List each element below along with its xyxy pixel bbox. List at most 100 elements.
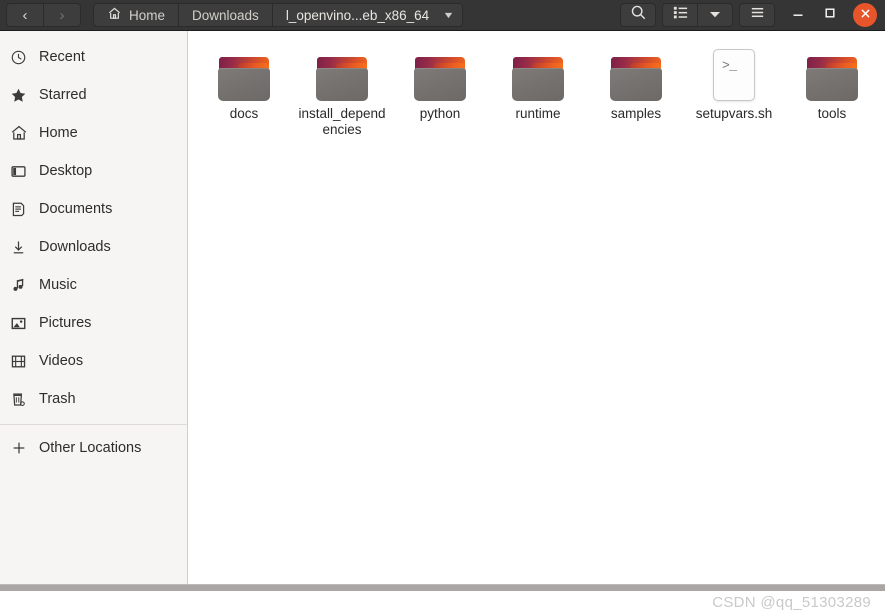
sidebar-item-documents[interactable]: Documents (0, 190, 187, 228)
folder-icon (414, 57, 466, 101)
download-arrow-icon (9, 238, 28, 257)
list-view-icon (672, 4, 689, 26)
sidebar-item-starred[interactable]: Starred (0, 76, 187, 114)
breadcrumb: Home Downloads l_openvino...eb_x86_64 ▼ (93, 3, 464, 27)
file-item[interactable]: tools (783, 39, 881, 145)
file-name: python (419, 106, 461, 121)
star-icon (9, 86, 28, 105)
minimize-button[interactable] (783, 0, 813, 30)
sidebar-item-other-locations[interactable]: Other Locations (0, 429, 187, 467)
close-icon (860, 6, 871, 24)
file-name: setupvars.sh (695, 106, 773, 121)
main-menu-button[interactable] (739, 3, 775, 27)
folder-icon (218, 57, 270, 101)
chevron-down-icon[interactable]: ▼ (442, 10, 454, 20)
header-toolbar (620, 3, 775, 27)
sidebar-item-music[interactable]: Music (0, 266, 187, 304)
breadcrumb-item-home[interactable]: Home (94, 4, 178, 26)
list-view-button[interactable] (663, 4, 697, 26)
sidebar-divider (0, 424, 187, 425)
sidebar-item-label: Downloads (39, 239, 111, 255)
music-note-icon (9, 276, 28, 295)
terminal-prompt-glyph: >_ (722, 58, 737, 73)
sidebar-item-label: Home (39, 125, 78, 141)
view-mode-split-button (662, 3, 733, 27)
sidebar-item-label: Other Locations (39, 440, 142, 456)
chevron-left-icon: ‹ (22, 6, 28, 24)
sidebar-item-label: Videos (39, 353, 84, 369)
plus-icon (9, 439, 28, 458)
file-item[interactable]: samples (587, 39, 685, 145)
breadcrumb-label: Home (129, 7, 166, 23)
folder-thumbnail (803, 43, 861, 101)
close-button[interactable] (853, 3, 877, 27)
sidebar-item-home[interactable]: Home (0, 114, 187, 152)
folder-thumbnail (215, 43, 273, 101)
home-icon (9, 124, 28, 143)
watermark-text: CSDN @qq_51303289 (712, 594, 871, 611)
file-name: tools (817, 106, 847, 121)
search-button[interactable] (620, 3, 656, 27)
bottom-strip (0, 584, 885, 591)
trash-icon (9, 390, 28, 409)
maximize-button[interactable] (815, 0, 845, 30)
file-item[interactable]: install_dependencies (293, 39, 391, 145)
folder-thumbnail (509, 43, 567, 101)
file-name: runtime (515, 106, 561, 121)
folder-icon (512, 57, 564, 101)
minimize-icon (791, 6, 805, 25)
picture-icon (9, 314, 28, 333)
folder-icon (316, 57, 368, 101)
window-controls (783, 0, 877, 30)
view-options-dropdown-button[interactable] (697, 4, 732, 26)
sidebar-item-label: Pictures (39, 315, 92, 331)
file-item[interactable]: python (391, 39, 489, 145)
desktop-icon (9, 162, 28, 181)
folder-thumbnail (313, 43, 371, 101)
header-spacer (463, 0, 620, 30)
document-icon (9, 200, 28, 219)
folder-thumbnail (411, 43, 469, 101)
folder-thumbnail (607, 43, 665, 101)
clock-icon (9, 48, 28, 67)
header-bar: ‹ › Home Downloads l_openvino...eb_x86_6… (0, 0, 885, 31)
breadcrumb-item-downloads[interactable]: Downloads (178, 4, 272, 26)
file-item[interactable]: >_ setupvars.sh (685, 39, 783, 145)
sidebar-item-pictures[interactable]: Pictures (0, 304, 187, 342)
sidebar-item-label: Music (39, 277, 77, 293)
navigation-button-group: ‹ › (6, 3, 81, 27)
sidebar-item-recent[interactable]: Recent (0, 38, 187, 76)
script-thumbnail: >_ (705, 43, 763, 101)
folder-icon (806, 57, 858, 101)
sidebar-item-trash[interactable]: Trash (0, 380, 187, 418)
folder-icon (610, 57, 662, 101)
sidebar: Recent Starred Home Desktop Documents Do… (0, 31, 188, 584)
hamburger-menu-icon (749, 4, 766, 26)
sidebar-item-label: Desktop (39, 163, 93, 179)
file-name: samples (610, 106, 662, 121)
breadcrumb-label: Downloads (192, 7, 259, 23)
sidebar-item-desktop[interactable]: Desktop (0, 152, 187, 190)
file-item[interactable]: runtime (489, 39, 587, 145)
film-icon (9, 352, 28, 371)
chevron-right-icon: › (59, 6, 65, 24)
sidebar-item-label: Trash (39, 391, 76, 407)
file-list-area[interactable]: docs install_dependencies python runtime… (189, 31, 885, 611)
home-icon (107, 6, 122, 24)
sidebar-item-label: Starred (39, 87, 87, 103)
file-name: docs (229, 106, 259, 121)
breadcrumb-item-current-folder[interactable]: l_openvino...eb_x86_64 ▼ (271, 4, 462, 26)
chevron-down-icon (709, 6, 721, 24)
file-name: install_dependencies (298, 106, 386, 138)
shell-script-icon: >_ (713, 49, 755, 101)
sidebar-item-downloads[interactable]: Downloads (0, 228, 187, 266)
back-button[interactable]: ‹ (7, 4, 43, 26)
sidebar-item-label: Recent (39, 49, 85, 65)
maximize-icon (823, 6, 837, 25)
file-item[interactable]: docs (195, 39, 293, 145)
breadcrumb-label: l_openvino...eb_x86_64 (285, 7, 430, 23)
forward-button[interactable]: › (43, 4, 80, 26)
sidebar-item-label: Documents (39, 201, 113, 217)
sidebar-item-videos[interactable]: Videos (0, 342, 187, 380)
search-icon (630, 4, 647, 26)
